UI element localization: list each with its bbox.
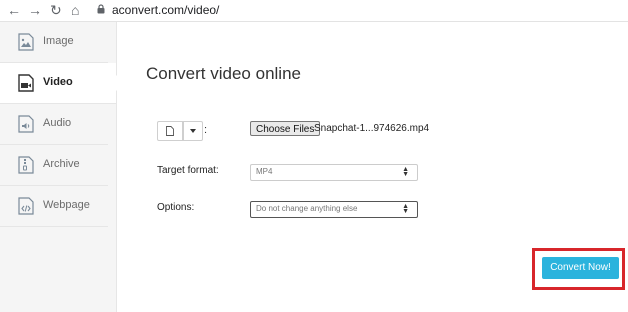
source-dropdown-button[interactable] bbox=[183, 121, 203, 141]
address-bar-url[interactable]: aconvert.com/video/ bbox=[112, 3, 219, 18]
image-file-icon bbox=[18, 33, 34, 51]
file-colon: : bbox=[204, 124, 208, 136]
local-file-button[interactable] bbox=[157, 121, 183, 141]
choose-files-button[interactable]: Choose Files bbox=[250, 121, 321, 136]
options-label: Options: bbox=[157, 202, 195, 213]
select-arrows-icon: ▲ ▼ bbox=[402, 203, 409, 215]
back-arrow-icon[interactable]: ← bbox=[7, 2, 21, 18]
lock-icon bbox=[97, 4, 105, 14]
sidebar-item-video[interactable]: Video bbox=[0, 63, 124, 104]
caret-down-icon bbox=[190, 129, 196, 133]
options-select[interactable]: Do not change anything else ▲ ▼ bbox=[250, 201, 418, 218]
audio-file-icon bbox=[18, 115, 34, 133]
sidebar-item-label: Archive bbox=[43, 158, 80, 170]
home-icon[interactable]: ⌂ bbox=[71, 2, 79, 18]
browser-toolbar: ← → ↻ ⌂ aconvert.com/video/ bbox=[0, 0, 628, 22]
file-icon bbox=[166, 126, 174, 136]
sidebar: Image Video Audio Archive Webpage bbox=[0, 22, 124, 312]
target-format-select[interactable]: MP4 ▲ ▼ bbox=[250, 164, 418, 181]
convert-now-button[interactable]: Convert Now! bbox=[542, 257, 619, 279]
sidebar-item-webpage[interactable]: Webpage bbox=[0, 186, 108, 227]
select-arrows-icon: ▲ ▼ bbox=[402, 166, 409, 178]
forward-arrow-icon[interactable]: → bbox=[28, 2, 42, 18]
sidebar-item-audio[interactable]: Audio bbox=[0, 104, 108, 145]
sidebar-item-archive[interactable]: Archive bbox=[0, 145, 108, 186]
sidebar-item-image[interactable]: Image bbox=[0, 22, 108, 63]
reload-icon[interactable]: ↻ bbox=[50, 2, 62, 18]
target-format-value: MP4 bbox=[256, 167, 273, 176]
options-value: Do not change anything else bbox=[256, 204, 358, 213]
webpage-file-icon bbox=[18, 197, 34, 215]
sidebar-item-label: Audio bbox=[43, 117, 72, 129]
selected-filename: Snapchat-1...974626.mp4 bbox=[314, 123, 430, 134]
target-format-label: Target format: bbox=[157, 165, 219, 176]
sidebar-item-label: Video bbox=[43, 76, 73, 88]
active-pointer bbox=[116, 75, 124, 91]
archive-file-icon bbox=[18, 156, 34, 174]
sidebar-item-label: Image bbox=[43, 35, 74, 47]
video-file-icon bbox=[18, 74, 34, 92]
sidebar-item-label: Webpage bbox=[43, 199, 90, 211]
page-title: Convert video online bbox=[146, 64, 301, 83]
